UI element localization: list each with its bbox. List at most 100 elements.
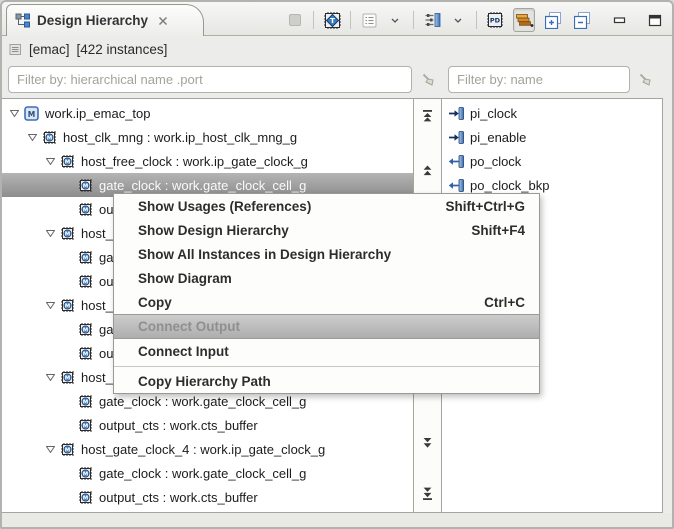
svg-text:M: M [83, 327, 88, 333]
chevron-down-icon [391, 18, 399, 23]
output-port-icon [448, 154, 465, 169]
menu-item-connect-input[interactable]: Connect Input [114, 339, 539, 363]
expander-icon[interactable] [10, 109, 24, 117]
clear-filter-icon[interactable] [636, 70, 654, 88]
hierarchy-filter-input[interactable] [8, 66, 412, 93]
svg-text:M: M [47, 135, 52, 141]
menu-item-show-all-instances[interactable]: Show All Instances in Design Hierarchy [114, 242, 539, 266]
tree-item[interactable]: M output_cts : work.cts_buffer [2, 413, 413, 437]
power-domains-button[interactable]: PD [484, 8, 506, 32]
menu-item-show-diagram[interactable]: Show Diagram [114, 266, 539, 290]
filter-icon [425, 13, 440, 27]
menu-item-connect-output[interactable]: Connect Output [114, 314, 539, 339]
svg-text:PD: PD [490, 17, 501, 25]
minimize-button[interactable] [608, 8, 630, 32]
filter-options-button[interactable] [421, 8, 443, 32]
link-with-editor-icon [289, 14, 301, 26]
svg-text:M: M [83, 279, 88, 285]
expander-icon[interactable] [46, 301, 60, 309]
svg-text:M: M [83, 255, 88, 261]
menu-item-show-usages[interactable]: Show Usages (References) Shift+Ctrl+G [114, 194, 539, 218]
tree-item[interactable]: M gate_clock : work.gate_clock_cell_g [2, 461, 413, 485]
filter-options-chevron[interactable] [447, 8, 469, 32]
tree-item[interactable]: M host_clk_mng : work.ip_host_clk_mng_g [2, 125, 413, 149]
expander-icon[interactable] [28, 133, 42, 141]
tab-design-hierarchy[interactable]: Design Hierarchy [6, 4, 204, 36]
svg-text:M: M [83, 351, 88, 357]
port-filter-input[interactable] [448, 66, 630, 93]
menu-item-copy-hierarchy-path[interactable]: Copy Hierarchy Path [114, 369, 539, 393]
instance-icon: M [60, 442, 77, 457]
svg-text:M: M [83, 495, 88, 501]
minimize-icon [613, 16, 625, 23]
instance-icon: M [78, 250, 95, 265]
expander-icon[interactable] [46, 157, 60, 165]
tab-bar: Design Hierarchy T PD [2, 2, 672, 36]
shortcut-label: Shift+Ctrl+G [445, 198, 525, 214]
scope-icon [9, 43, 22, 56]
view-toolbar: T PD [284, 6, 666, 34]
input-port-icon [448, 130, 465, 145]
port-item[interactable]: pi_enable [442, 125, 662, 149]
instance-icon: M [78, 178, 95, 193]
group-instances-button[interactable] [513, 8, 535, 32]
tree-item[interactable]: M host_gate_clock_4 : work.ip_gate_clock… [2, 437, 413, 461]
menu-item-copy[interactable]: Copy Ctrl+C [114, 290, 539, 314]
view-menu-chevron[interactable] [384, 8, 406, 32]
expander-icon[interactable] [46, 229, 60, 237]
bottom-strip [2, 513, 672, 527]
input-port-icon [448, 106, 465, 121]
tree-item[interactable]: M host_free_clock : work.ip_gate_clock_g [2, 149, 413, 173]
scope-label: [emac] [29, 41, 70, 57]
tree-item[interactable]: M work.ip_emac_top [2, 101, 413, 125]
view-menu-button[interactable] [358, 8, 380, 32]
tree-item[interactable]: M output_cts : work.cts_buffer [2, 485, 413, 509]
instance-icon: M [78, 346, 95, 361]
books-icon [515, 14, 533, 27]
svg-text:M: M [83, 423, 88, 429]
scroll-to-top-marker[interactable] [421, 109, 434, 123]
svg-text:M: M [83, 471, 88, 477]
svg-text:M: M [65, 303, 70, 309]
svg-text:M: M [65, 231, 70, 237]
maximize-button[interactable] [644, 8, 666, 32]
svg-text:M: M [83, 207, 88, 213]
link-with-editor-button[interactable] [284, 8, 306, 32]
instance-icon: M [78, 466, 95, 481]
scope-header: [emac] [422 instances] [2, 36, 672, 62]
svg-text:M: M [65, 447, 70, 453]
expand-all-button[interactable] [542, 8, 564, 32]
instance-icon: M [60, 298, 77, 313]
previous-match-marker[interactable] [421, 165, 434, 177]
chevron-down-icon [454, 18, 462, 23]
shortcut-label: Ctrl+C [484, 294, 525, 310]
instance-icon: M [42, 130, 59, 145]
collapse-all-button[interactable] [571, 8, 593, 32]
set-top-module-button[interactable]: T [321, 8, 343, 32]
list-icon [362, 13, 376, 27]
pd-chip-icon: PD [487, 12, 503, 28]
instance-count-label: [422 instances] [76, 41, 168, 57]
clear-filter-icon[interactable] [419, 70, 437, 88]
port-item[interactable]: po_clock [442, 149, 662, 173]
svg-text:M: M [83, 399, 88, 405]
tab-title: Design Hierarchy [37, 13, 149, 28]
svg-text:M: M [65, 159, 70, 165]
menu-item-show-design-hierarchy[interactable]: Show Design Hierarchy Shift+F4 [114, 218, 539, 242]
design-hierarchy-view: Design Hierarchy T PD [emac] [422 instan… [0, 0, 674, 529]
svg-text:T: T [330, 17, 335, 25]
instance-icon: M [78, 490, 95, 505]
chip-t-icon: T [323, 11, 341, 29]
scroll-to-bottom-marker[interactable] [421, 487, 434, 501]
svg-text:M: M [28, 109, 35, 118]
port-item[interactable]: pi_clock [442, 101, 662, 125]
instance-icon: M [60, 370, 77, 385]
expander-icon[interactable] [46, 373, 60, 381]
instance-icon: M [78, 322, 95, 337]
expander-icon[interactable] [46, 445, 60, 453]
output-port-icon [448, 178, 465, 193]
hierarchy-icon [15, 13, 31, 28]
next-match-marker[interactable] [421, 437, 434, 449]
close-icon[interactable] [158, 16, 168, 26]
module-icon: M [24, 105, 41, 121]
